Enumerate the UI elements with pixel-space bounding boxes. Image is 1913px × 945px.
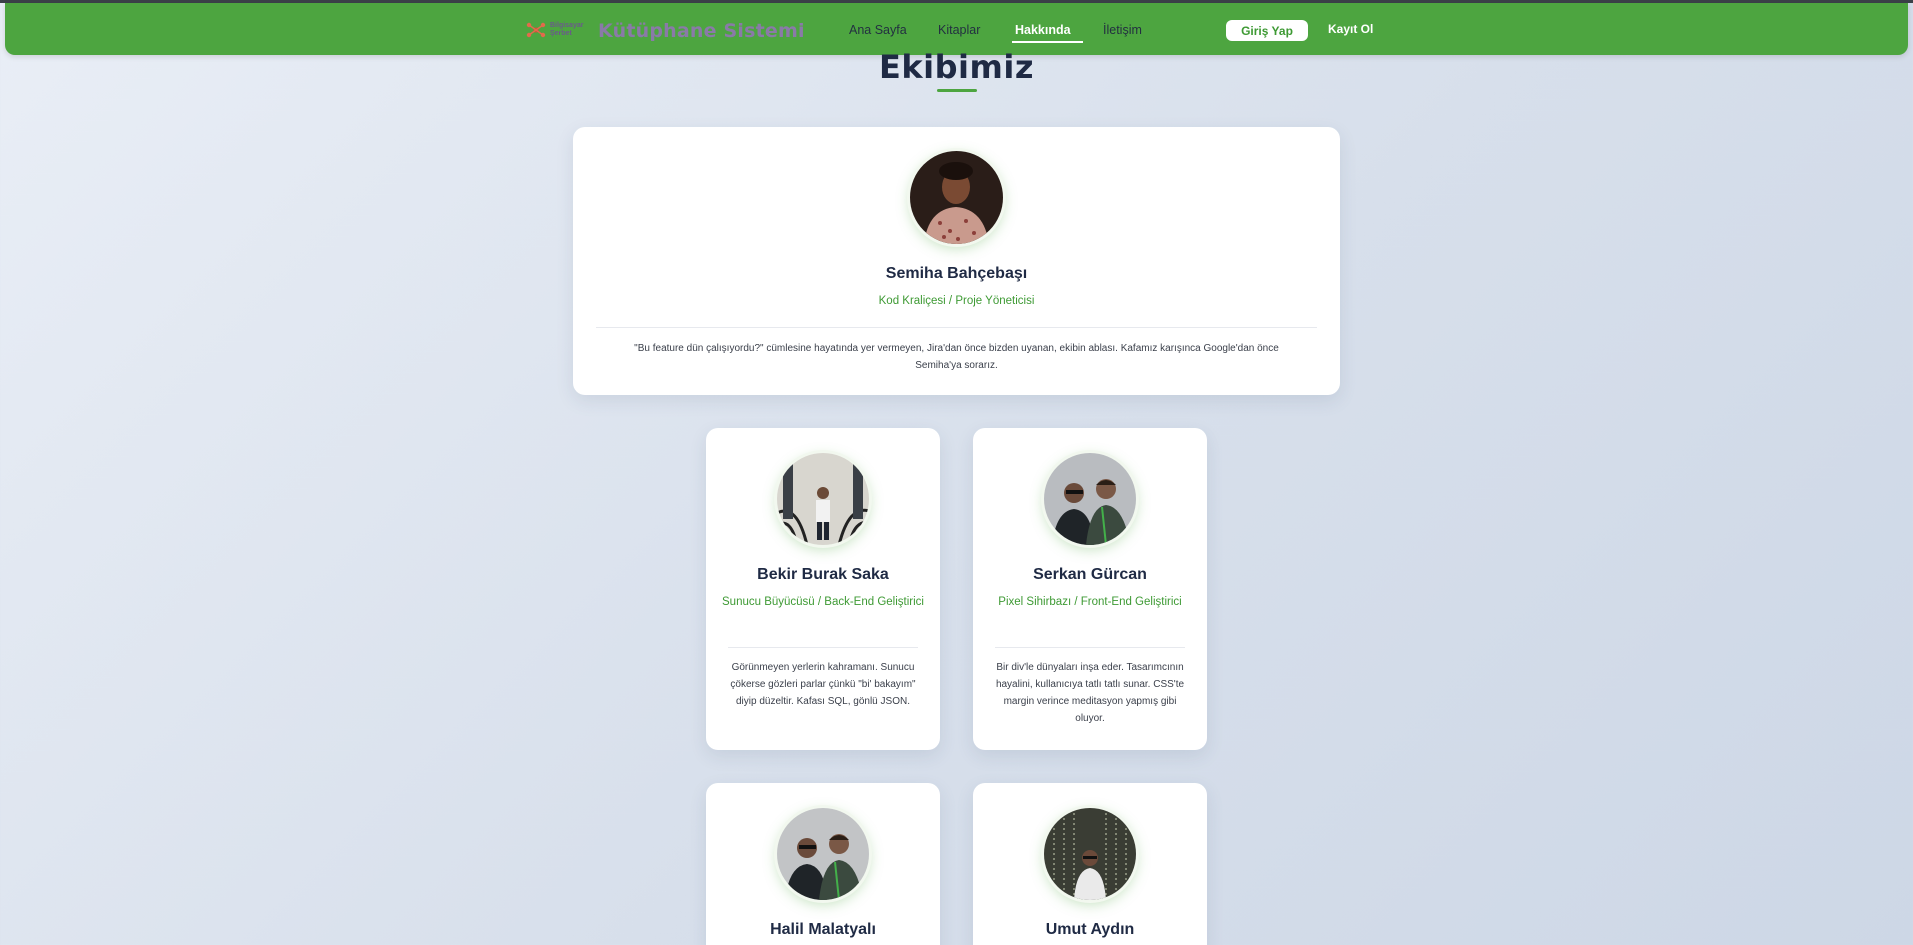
- section-title: Ekibimiz: [879, 48, 1034, 86]
- member-role: Kod Kraliçesi / Proje Yöneticisi: [878, 295, 1035, 307]
- member-bio: Görünmeyen yerlerin kahramanı. Sunucu çö…: [730, 662, 916, 707]
- team-card: Serkan Gürcan Pixel Sihirbazı / Front-En…: [973, 428, 1207, 750]
- person-photo-icon: [777, 453, 869, 545]
- person-photo-icon: [777, 808, 869, 900]
- login-button[interactable]: Giriş Yap: [1226, 20, 1308, 41]
- member-bio: "Bu feature dün çalışıyordu?" cümlesine …: [634, 343, 1279, 371]
- member-role: Sunucu Büyücüsü / Back-End Geliştirici: [722, 596, 924, 608]
- card-divider: [728, 647, 918, 648]
- avatar: [910, 151, 1003, 244]
- logo-mark: Bilgisayar Şerbet: [525, 19, 584, 41]
- person-photo-icon: [910, 151, 1003, 244]
- team-card: Bekir Burak Saka Sunucu Büyücüsü / Back-…: [706, 428, 940, 750]
- avatar: [777, 808, 869, 900]
- team-card: Halil Malatyalı: [706, 783, 940, 945]
- card-divider: [995, 647, 1185, 648]
- title-underline: [937, 89, 977, 92]
- avatar: [777, 453, 869, 545]
- member-name: Bekir Burak Saka: [757, 566, 889, 583]
- member-bio: Bir div'le dünyaları inşa eder. Tasarımc…: [995, 662, 1185, 724]
- member-name: Halil Malatyalı: [770, 921, 876, 938]
- nav-about[interactable]: Hakkında: [1015, 23, 1071, 37]
- logo-text: Bilgisayar Şerbet: [550, 22, 584, 37]
- member-name: Umut Aydın: [1045, 921, 1135, 938]
- avatar: [1044, 453, 1136, 545]
- person-photo-icon: [1044, 808, 1136, 900]
- brand-title[interactable]: Kütüphane Sistemi: [598, 20, 805, 42]
- avatar: [1044, 808, 1136, 900]
- team-card: Umut Aydın: [973, 783, 1207, 945]
- nav-contact[interactable]: İletişim: [1103, 23, 1142, 37]
- member-name: Serkan Gürcan: [1033, 566, 1147, 583]
- card-divider: [596, 327, 1317, 328]
- member-name: Semiha Bahçebaşı: [885, 265, 1028, 282]
- register-button[interactable]: Kayıt Ol: [1328, 22, 1373, 40]
- nav-home[interactable]: Ana Sayfa: [849, 23, 907, 37]
- person-photo-icon: [1044, 453, 1136, 545]
- nav-books[interactable]: Kitaplar: [938, 23, 980, 37]
- team-card-featured: Semiha Bahçebaşı Kod Kraliçesi / Proje Y…: [573, 127, 1340, 395]
- nav-active-indicator: [1012, 41, 1083, 43]
- site-logo[interactable]: Bilgisayar Şerbet: [525, 19, 584, 41]
- member-role: Pixel Sihirbazı / Front-End Geliştirici: [998, 596, 1182, 608]
- logo-icon: [526, 22, 546, 38]
